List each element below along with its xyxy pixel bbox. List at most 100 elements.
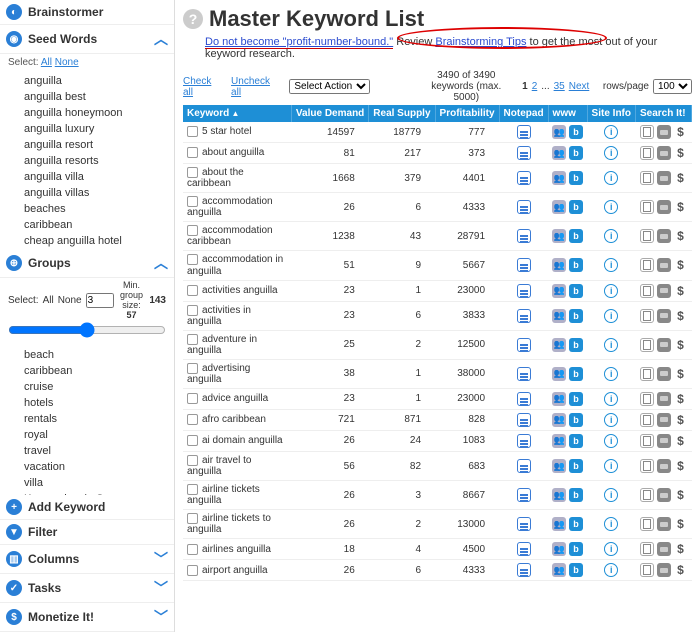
notepad-icon[interactable] [517, 309, 531, 323]
notepad-icon[interactable] [517, 434, 531, 448]
brainstorming-tips-link[interactable]: Brainstorming Tips [435, 36, 526, 48]
bing-icon[interactable]: b [569, 392, 583, 406]
camera-icon[interactable] [657, 563, 671, 577]
info-icon[interactable]: i [604, 338, 618, 352]
doc-icon[interactable] [640, 542, 654, 556]
notepad-icon[interactable] [517, 146, 531, 160]
col-keyword[interactable]: Keyword [183, 105, 291, 122]
camera-icon[interactable] [657, 258, 671, 272]
panel-tasks[interactable]: ✓ Tasks ﹀ [0, 574, 174, 603]
alexa-icon[interactable] [552, 338, 566, 352]
alexa-icon[interactable] [552, 200, 566, 214]
seed-item[interactable]: cheap anguilla hotel [0, 233, 174, 249]
dollar-icon[interactable]: $ [674, 392, 688, 406]
panel-seed-words[interactable]: ◉ Seed Words ︿ [0, 25, 174, 54]
panel-monetize[interactable]: $ Monetize It! ﹀ [0, 603, 174, 632]
seed-select-none[interactable]: None [55, 57, 79, 68]
panel-groups[interactable]: ⊕ Groups ︿ [0, 249, 174, 278]
group-size-slider[interactable] [8, 322, 166, 338]
dollar-icon[interactable]: $ [674, 309, 688, 323]
panel-filter[interactable]: ▼ Filter [0, 520, 174, 545]
group-item[interactable]: hotels [0, 395, 174, 411]
action-select[interactable]: Select Action [289, 79, 370, 94]
row-checkbox[interactable] [187, 334, 198, 345]
info-icon[interactable]: i [604, 517, 618, 531]
alexa-icon[interactable] [552, 258, 566, 272]
page-link[interactable]: 2 [532, 81, 538, 92]
help-icon[interactable]: ? [183, 9, 203, 29]
notepad-icon[interactable] [517, 171, 531, 185]
group-item[interactable]: caribbean [0, 363, 174, 379]
bing-icon[interactable]: b [569, 171, 583, 185]
bing-icon[interactable]: b [569, 488, 583, 502]
info-icon[interactable]: i [604, 459, 618, 473]
alexa-icon[interactable] [552, 517, 566, 531]
seed-select-all[interactable]: All [41, 57, 52, 68]
doc-icon[interactable] [640, 309, 654, 323]
dollar-icon[interactable]: $ [674, 171, 688, 185]
rows-per-page[interactable]: 100 [653, 79, 692, 94]
group-min-input[interactable] [86, 293, 114, 308]
row-checkbox[interactable] [187, 305, 198, 316]
col-profitability[interactable]: Profitability [435, 105, 499, 122]
camera-icon[interactable] [657, 517, 671, 531]
doc-icon[interactable] [640, 413, 654, 427]
alexa-icon[interactable] [552, 459, 566, 473]
dollar-icon[interactable]: $ [674, 488, 688, 502]
camera-icon[interactable] [657, 434, 671, 448]
info-icon[interactable]: i [604, 542, 618, 556]
col-value-demand[interactable]: Value Demand [291, 105, 368, 122]
bing-icon[interactable]: b [569, 125, 583, 139]
notepad-icon[interactable] [517, 229, 531, 243]
bing-icon[interactable]: b [569, 367, 583, 381]
doc-icon[interactable] [640, 434, 654, 448]
notepad-icon[interactable] [517, 542, 531, 556]
group-item[interactable]: travel [0, 443, 174, 459]
info-icon[interactable]: i [604, 229, 618, 243]
seed-item[interactable]: anguilla villa [0, 169, 174, 185]
bing-icon[interactable]: b [569, 258, 583, 272]
bing-icon[interactable]: b [569, 284, 583, 298]
check-all[interactable]: Check all [183, 76, 223, 98]
panel-brainstormer[interactable]: ◐ Brainstormer [0, 0, 174, 25]
alexa-icon[interactable] [552, 488, 566, 502]
alexa-icon[interactable] [552, 367, 566, 381]
row-checkbox[interactable] [187, 225, 198, 236]
notepad-icon[interactable] [517, 392, 531, 406]
camera-icon[interactable] [657, 413, 671, 427]
alexa-icon[interactable] [552, 146, 566, 160]
dollar-icon[interactable]: $ [674, 229, 688, 243]
info-icon[interactable]: i [604, 125, 618, 139]
alexa-icon[interactable] [552, 434, 566, 448]
row-checkbox[interactable] [187, 147, 198, 158]
group-list[interactable]: beachcaribbeancruisehotelsrentalsroyaltr… [0, 345, 174, 495]
alexa-icon[interactable] [552, 392, 566, 406]
doc-icon[interactable] [640, 125, 654, 139]
notepad-icon[interactable] [517, 258, 531, 272]
groups-select-all[interactable]: All [43, 295, 54, 306]
doc-icon[interactable] [640, 258, 654, 272]
alexa-icon[interactable] [552, 125, 566, 139]
row-checkbox[interactable] [187, 393, 198, 404]
doc-icon[interactable] [640, 229, 654, 243]
info-icon[interactable]: i [604, 146, 618, 160]
seed-item[interactable]: anguilla honeymoon [0, 105, 174, 121]
dollar-icon[interactable]: $ [674, 517, 688, 531]
notepad-icon[interactable] [517, 488, 531, 502]
doc-icon[interactable] [640, 338, 654, 352]
dollar-icon[interactable]: $ [674, 200, 688, 214]
row-checkbox[interactable] [187, 565, 198, 576]
page-next[interactable]: Next [569, 81, 590, 92]
camera-icon[interactable] [657, 392, 671, 406]
info-icon[interactable]: i [604, 200, 618, 214]
camera-icon[interactable] [657, 488, 671, 502]
camera-icon[interactable] [657, 338, 671, 352]
seed-item[interactable]: caribbean [0, 217, 174, 233]
row-checkbox[interactable] [187, 126, 198, 137]
doc-icon[interactable] [640, 146, 654, 160]
info-icon[interactable]: i [604, 488, 618, 502]
notepad-icon[interactable] [517, 413, 531, 427]
bing-icon[interactable]: b [569, 517, 583, 531]
bing-icon[interactable]: b [569, 563, 583, 577]
seed-item[interactable]: anguilla [0, 73, 174, 89]
